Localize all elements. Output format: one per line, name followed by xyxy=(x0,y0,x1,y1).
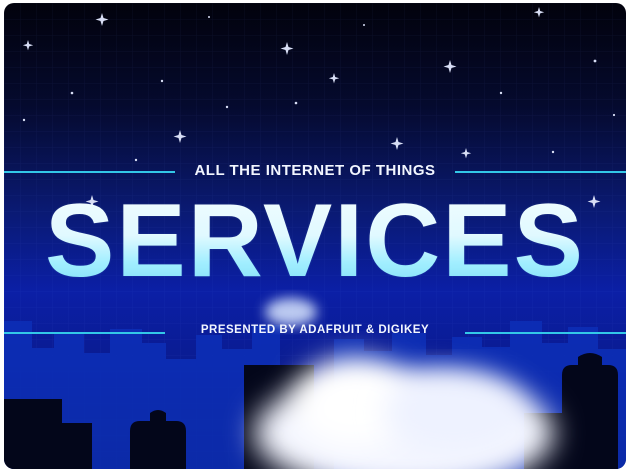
subtitle-text: ALL THE INTERNET OF THINGS xyxy=(194,162,436,179)
presented-by-text: PRESENTED BY ADAFRUIT & DIGIKEY xyxy=(200,324,430,336)
title-text: SERVICES xyxy=(4,186,626,296)
video-thumbnail[interactable]: ALL THE INTERNET OF THINGS SERVICES PRES… xyxy=(4,3,626,469)
cloud-icon xyxy=(265,298,317,326)
